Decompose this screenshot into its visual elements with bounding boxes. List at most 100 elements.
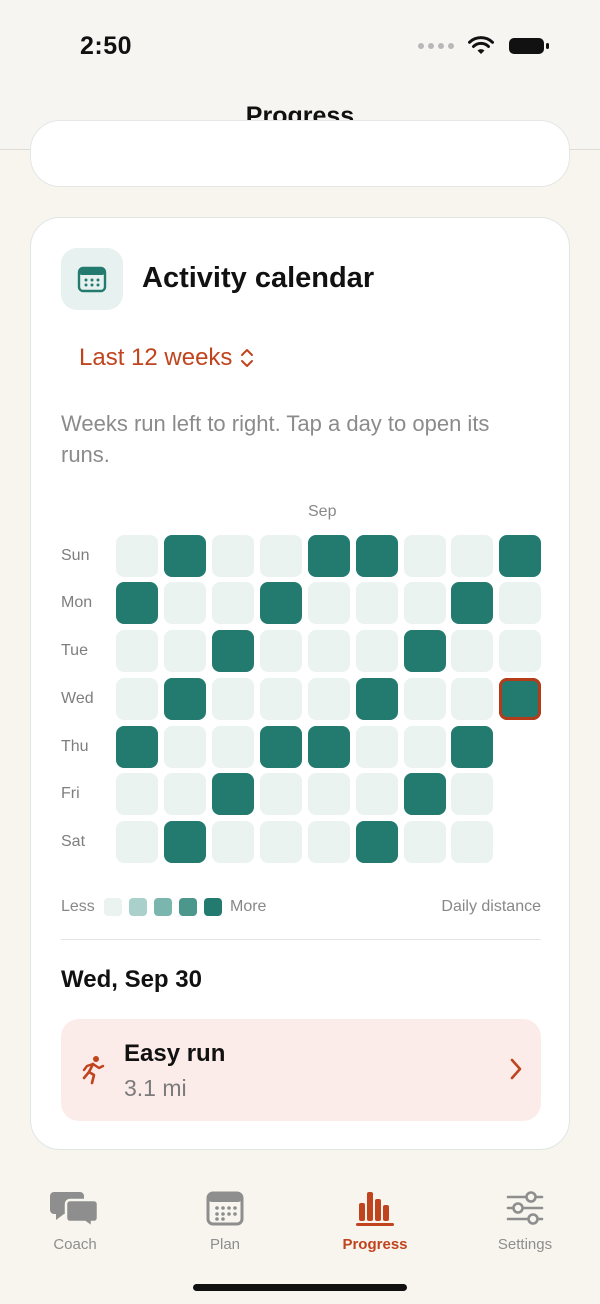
day-label-fri: Fri	[61, 785, 80, 802]
day-cell[interactable]	[212, 582, 254, 624]
day-cell[interactable]	[404, 535, 446, 577]
day-cell[interactable]	[451, 630, 493, 672]
range-picker[interactable]: Last 12 weeks	[79, 344, 254, 372]
day-cell[interactable]	[404, 726, 446, 768]
day-cell[interactable]	[451, 726, 493, 768]
day-cell[interactable]	[308, 630, 350, 672]
day-cell[interactable]	[356, 630, 398, 672]
day-cell[interactable]	[116, 678, 158, 720]
day-label-mon: Mon	[61, 594, 93, 611]
card-title: Activity calendar	[142, 262, 375, 294]
day-cell[interactable]	[260, 582, 302, 624]
day-cell[interactable]	[116, 773, 158, 815]
day-cell[interactable]	[164, 630, 206, 672]
day-cell[interactable]	[308, 535, 350, 577]
day-cell[interactable]	[164, 678, 206, 720]
day-cell[interactable]	[404, 630, 446, 672]
day-cell[interactable]	[164, 582, 206, 624]
day-cell[interactable]	[404, 773, 446, 815]
chat-bubbles-icon	[50, 1192, 100, 1228]
day-cell[interactable]	[164, 773, 206, 815]
tab-settings[interactable]: Settings	[465, 1188, 585, 1253]
day-cell[interactable]	[308, 582, 350, 624]
day-cell[interactable]	[308, 773, 350, 815]
day-cell[interactable]	[451, 535, 493, 577]
day-label-thu: Thu	[61, 738, 89, 755]
day-cell[interactable]	[212, 821, 254, 863]
home-indicator	[193, 1284, 407, 1291]
day-cell[interactable]	[260, 773, 302, 815]
day-cell[interactable]	[212, 535, 254, 577]
up-down-chevron-icon	[241, 349, 254, 367]
day-cell[interactable]	[451, 678, 493, 720]
day-cell[interactable]	[499, 535, 541, 577]
day-cell[interactable]	[260, 726, 302, 768]
day-cell[interactable]	[356, 535, 398, 577]
run-title: Easy run	[124, 1040, 226, 1067]
day-cell[interactable]	[164, 821, 206, 863]
day-cell[interactable]	[356, 726, 398, 768]
previous-card	[30, 120, 570, 187]
day-cell[interactable]	[451, 582, 493, 624]
day-cell[interactable]	[308, 726, 350, 768]
day-cell[interactable]	[212, 773, 254, 815]
day-cell[interactable]	[116, 630, 158, 672]
day-cell[interactable]	[260, 821, 302, 863]
activity-calendar-card: Activity calendar Last 12 weeks Weeks ru…	[30, 217, 570, 1150]
battery-icon	[509, 38, 549, 54]
day-cell[interactable]	[356, 582, 398, 624]
legend: Less More Daily distance	[61, 896, 541, 918]
day-cell[interactable]	[308, 821, 350, 863]
selected-date: Wed, Sep 30	[61, 966, 202, 993]
day-cell[interactable]	[164, 535, 206, 577]
day-cell[interactable]	[260, 630, 302, 672]
day-cell[interactable]	[499, 678, 541, 720]
day-cell[interactable]	[260, 678, 302, 720]
tab-settings-label: Settings	[497, 1236, 553, 1253]
day-cell[interactable]	[164, 726, 206, 768]
runner-icon	[82, 1056, 105, 1085]
bar-chart-icon	[356, 1192, 394, 1226]
day-cell[interactable]	[356, 773, 398, 815]
day-cell[interactable]	[116, 821, 158, 863]
day-cell[interactable]	[404, 821, 446, 863]
legend-less: Less	[61, 898, 95, 915]
legend-caption: Daily distance	[441, 898, 541, 915]
day-cell[interactable]	[356, 678, 398, 720]
tab-plan[interactable]: Plan	[165, 1188, 285, 1253]
tab-coach[interactable]: Coach	[15, 1188, 135, 1253]
day-label-sat: Sat	[61, 833, 86, 850]
legend-swatch-3	[154, 898, 172, 916]
day-cell[interactable]	[212, 678, 254, 720]
day-cell[interactable]	[212, 630, 254, 672]
day-cell[interactable]	[404, 582, 446, 624]
day-cell[interactable]	[212, 726, 254, 768]
day-cell[interactable]	[116, 726, 158, 768]
tab-progress-label: Progress	[342, 1236, 408, 1253]
day-cell[interactable]	[116, 535, 158, 577]
tab-progress[interactable]: Progress	[315, 1188, 435, 1253]
day-cell[interactable]	[451, 821, 493, 863]
day-cell[interactable]	[260, 535, 302, 577]
cellular-signal-icon	[418, 43, 454, 49]
divider	[61, 939, 541, 940]
day-label-wed: Wed	[61, 690, 94, 707]
day-cell[interactable]	[499, 630, 541, 672]
status-icons	[418, 36, 550, 56]
legend-more: More	[230, 898, 267, 915]
day-cell[interactable]	[451, 773, 493, 815]
month-label: Sep	[308, 503, 337, 520]
wifi-icon	[468, 36, 494, 54]
tab-coach-label: Coach	[53, 1236, 97, 1253]
day-label-tue: Tue	[61, 642, 88, 659]
range-picker-label: Last 12 weeks	[79, 344, 233, 371]
run-row[interactable]: Easy run 3.1 mi	[61, 1019, 541, 1121]
sliders-icon	[506, 1191, 544, 1225]
day-cell[interactable]	[356, 821, 398, 863]
day-cell[interactable]	[116, 582, 158, 624]
day-cell[interactable]	[308, 678, 350, 720]
day-cell[interactable]	[404, 678, 446, 720]
day-cell[interactable]	[499, 582, 541, 624]
legend-swatch-4	[179, 898, 197, 916]
status-time: 2:50	[80, 32, 133, 60]
